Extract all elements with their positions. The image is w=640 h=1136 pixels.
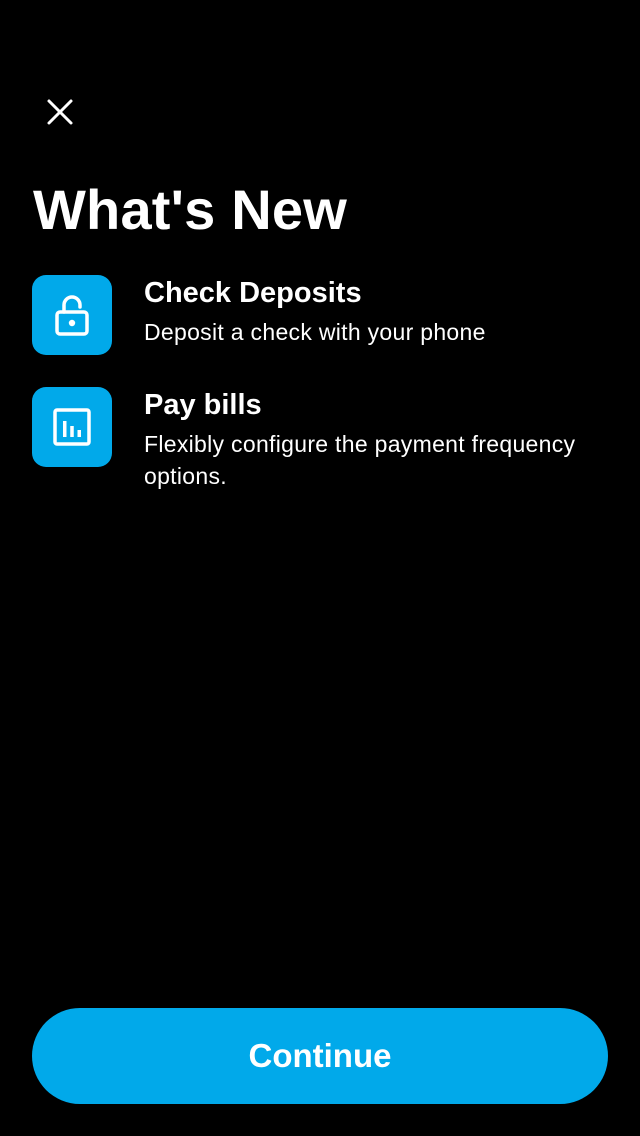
- feature-icon-tile: [32, 387, 112, 467]
- feature-description: Flexibly configure the payment frequency…: [144, 431, 576, 489]
- bar-chart-icon: [53, 408, 91, 446]
- close-button[interactable]: [36, 88, 84, 136]
- feature-item-pay-bills: Pay bills Flexibly configure the payment…: [32, 387, 584, 492]
- close-icon: [47, 99, 73, 125]
- feature-description: Deposit a check with your phone: [144, 319, 486, 345]
- page-title: What's New: [33, 178, 348, 241]
- continue-button[interactable]: Continue: [32, 1008, 608, 1104]
- feature-icon-tile: [32, 275, 112, 355]
- feature-title: Pay bills: [144, 389, 262, 421]
- unlock-icon: [55, 295, 89, 336]
- feature-title: Check Deposits: [144, 277, 362, 309]
- feature-item-check-deposits: Check Deposits Deposit a check with your…: [32, 275, 584, 355]
